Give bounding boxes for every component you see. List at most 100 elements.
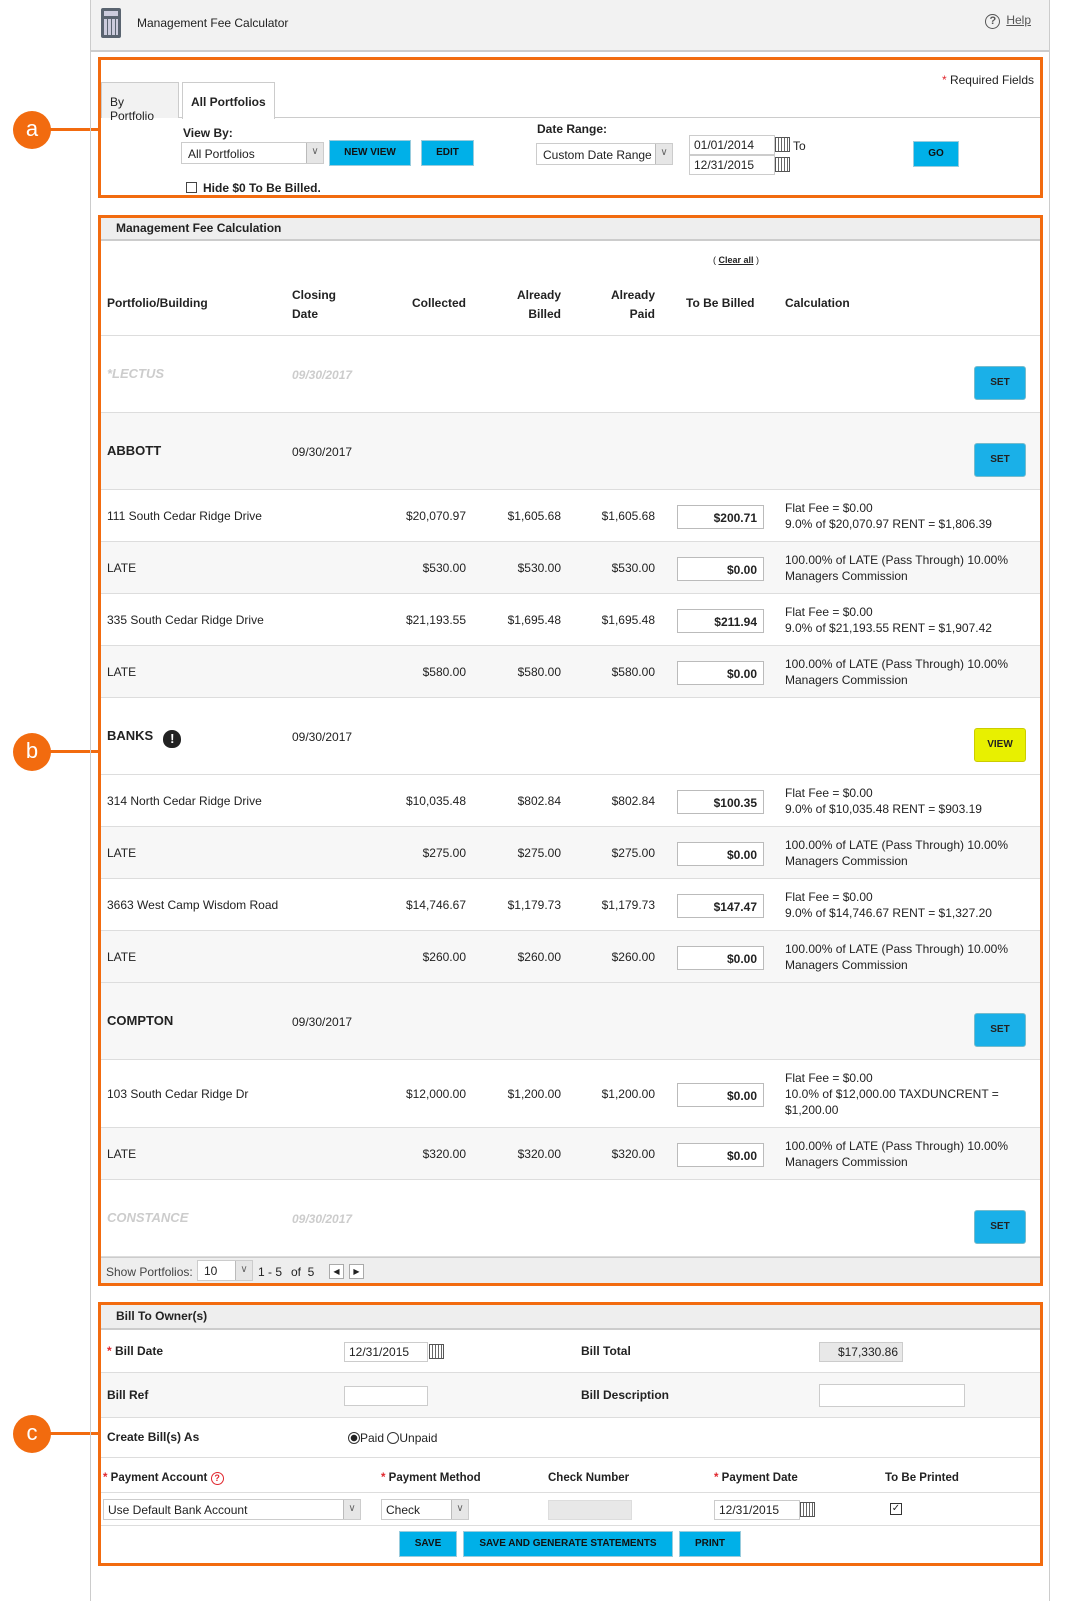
portfolio-row: ABBOTT 09/30/2017 SET — [101, 413, 1040, 490]
tab-by-portfolio[interactable]: By Portfolio — [101, 82, 179, 123]
portfolio-name[interactable]: COMPTON — [107, 1013, 173, 1028]
from-date-input[interactable]: 01/01/2014 — [689, 135, 775, 155]
col-collected: Collected — [411, 296, 466, 310]
collected-value: $21,193.55 — [405, 613, 466, 627]
calendar-icon[interactable] — [429, 1344, 444, 1359]
to-be-billed-input[interactable]: $0.00 — [677, 842, 764, 866]
portfolio-name[interactable]: *LECTUS — [107, 366, 164, 381]
to-date-input[interactable]: 12/31/2015 — [689, 155, 775, 175]
calculation-text: 100.00% of LATE (Pass Through) 10.00% Man… — [785, 837, 1008, 869]
view-by-select[interactable]: All Portfolios ∨ — [181, 142, 324, 164]
to-be-billed-input[interactable]: $0.00 — [677, 557, 764, 581]
already-paid-value: $580.00 — [611, 665, 655, 679]
calculation-text: 100.00% of LATE (Pass Through) 10.00% Man… — [785, 656, 1008, 688]
collected-value: $530.00 — [422, 561, 466, 575]
closing-date: 09/30/2017 — [292, 730, 353, 744]
new-view-button[interactable]: NEW VIEW — [329, 140, 411, 166]
tab-all-portfolios[interactable]: All Portfolios — [182, 82, 275, 119]
to-be-billed-input[interactable]: $211.94 — [677, 609, 764, 633]
filter-panel: * Required Fields By Portfolio All Portf… — [98, 57, 1043, 198]
calculation-line: Flat Fee = $0.00 — [785, 501, 873, 515]
portfolio-view-button[interactable]: VIEW — [974, 728, 1026, 762]
view-by-label: View By: — [183, 126, 233, 140]
already-billed-value: $1,605.68 — [507, 509, 561, 523]
to-be-billed-input[interactable]: $0.00 — [677, 1083, 764, 1107]
table-header: Portfolio/Building Closing Date Collecte… — [101, 270, 1040, 336]
building-row: 314 North Cedar Ridge Drive $10,035.48 $80… — [101, 775, 1040, 827]
collected-value: $260.00 — [422, 950, 466, 964]
clear-all-link[interactable]: Clear all — [719, 255, 754, 265]
help-label: Help — [1006, 13, 1031, 27]
calculation-line: 100.00% of LATE (Pass Through) 10.00% — [785, 553, 1009, 567]
portfolio-set-button[interactable]: SET — [974, 443, 1026, 477]
to-be-printed-checkbox[interactable]: ✓ — [890, 1503, 902, 1515]
portfolio-set-button[interactable]: SET — [974, 1013, 1026, 1047]
to-be-billed-input[interactable]: $200.71 — [677, 505, 764, 529]
edit-button[interactable]: EDIT — [421, 140, 474, 166]
to-be-billed-input[interactable]: $0.00 — [677, 1143, 764, 1167]
to-be-billed-input[interactable]: $100.35 — [677, 790, 764, 814]
payment-method-select[interactable]: Check ∨ — [381, 1499, 469, 1520]
calendar-icon[interactable] — [775, 137, 790, 152]
help-icon[interactable]: ? — [210, 1472, 224, 1485]
to-be-billed-input[interactable]: $0.00 — [677, 661, 764, 685]
calendar-icon[interactable] — [800, 1502, 815, 1517]
portfolio-set-button[interactable]: SET — [974, 366, 1026, 400]
bill-ref-input[interactable] — [344, 1386, 428, 1406]
save-button[interactable]: SAVE — [399, 1531, 457, 1557]
chevron-down-icon: ∨ — [306, 143, 323, 163]
building-name: LATE — [107, 665, 137, 679]
help-link[interactable]: ? Help — [985, 13, 1031, 29]
to-be-printed-label: To Be Printed — [885, 1472, 959, 1484]
calculation-line: 9.0% of $10,035.48 RENT = $903.19 — [785, 802, 982, 816]
to-be-billed-input[interactable]: $0.00 — [677, 946, 764, 970]
calculation-line: Flat Fee = $0.00 — [785, 786, 873, 800]
bill-description-input[interactable] — [819, 1384, 965, 1407]
date-range-select[interactable]: Custom Date Range ∨ — [536, 143, 673, 165]
clear-all: ( Clear all ) — [713, 255, 760, 265]
collected-value: $580.00 — [422, 665, 466, 679]
callout-b: b — [13, 733, 51, 771]
go-button[interactable]: GO — [913, 141, 959, 167]
already-billed-value: $275.00 — [517, 846, 561, 860]
building-row: 335 South Cedar Ridge Drive $21,193.55 $1,… — [101, 594, 1040, 646]
building-name: LATE — [107, 1147, 137, 1161]
already-paid-value: $530.00 — [611, 561, 655, 575]
building-name: LATE — [107, 561, 137, 575]
already-paid-value: $320.00 — [611, 1147, 655, 1161]
view-by-value: All Portfolios — [188, 147, 255, 161]
portfolio-name[interactable]: BANKS! — [107, 728, 182, 748]
portfolio-set-button[interactable]: SET — [974, 1210, 1026, 1244]
hide-zero-checkbox[interactable] — [186, 182, 197, 193]
already-paid-value: $1,200.00 — [601, 1087, 655, 1101]
paid-radio[interactable] — [348, 1432, 360, 1444]
calculation-line: $1,200.00 — [785, 1103, 839, 1117]
payment-account-label: Payment Account — [110, 1472, 208, 1484]
already-billed-value: $260.00 — [517, 950, 561, 964]
next-page-button[interactable]: ▶ — [349, 1264, 364, 1279]
paid-label: Paid — [360, 1431, 385, 1445]
bill-ref-row: Bill Ref Bill Description — [101, 1373, 1040, 1418]
portfolio-name[interactable]: ABBOTT — [107, 443, 161, 458]
portfolio-name[interactable]: CONSTANCE — [107, 1210, 188, 1225]
payment-account-select[interactable]: Use Default Bank Account ∨ — [103, 1499, 361, 1520]
collected-value: $20,070.97 — [405, 509, 466, 523]
calculation-line: Managers Commission — [785, 854, 908, 868]
bill-date-input[interactable]: 12/31/2015 — [344, 1342, 428, 1362]
print-button[interactable]: PRINT — [679, 1531, 741, 1557]
bill-total-label: Bill Total — [581, 1344, 631, 1358]
to-be-billed-input[interactable]: $147.47 — [677, 894, 764, 918]
payment-date-input[interactable]: 12/31/2015 — [714, 1500, 800, 1520]
calculation-line: 9.0% of $20,070.97 RENT = $1,806.39 — [785, 517, 992, 531]
hide-zero-option[interactable]: Hide $0 To Be Billed. — [186, 181, 321, 195]
create-bill-row: Create Bill(s) As Paid Unpaid — [101, 1418, 1040, 1458]
building-row: LATE $275.00 $275.00 $275.00 $0.00 100.00% of… — [101, 827, 1040, 879]
save-generate-statements-button[interactable]: SAVE AND GENERATE STATEMENTS — [463, 1531, 673, 1557]
prev-page-button[interactable]: ◀ — [329, 1264, 344, 1279]
calculation-text: 100.00% of LATE (Pass Through) 10.00% Man… — [785, 941, 1008, 973]
building-name: 3663 West Camp Wisdom Road — [107, 898, 279, 912]
unpaid-radio[interactable] — [387, 1432, 400, 1444]
callout-c: c — [13, 1415, 51, 1453]
show-portfolios-select[interactable]: 10 ∨ — [197, 1260, 253, 1281]
calendar-icon[interactable] — [775, 157, 790, 172]
